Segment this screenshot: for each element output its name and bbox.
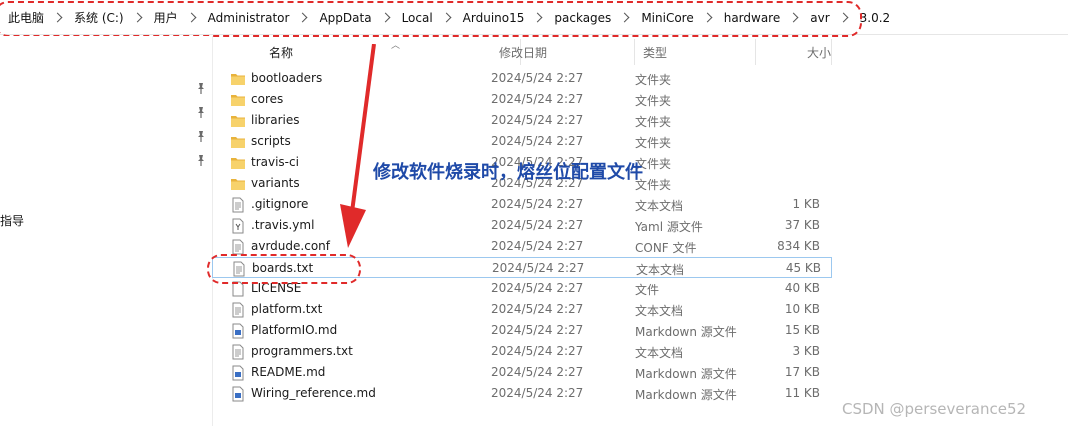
file-type: 文本文档	[635, 199, 684, 213]
folder-icon	[230, 92, 246, 108]
file-name: libraries	[251, 113, 300, 127]
file-size: 37 KB	[784, 218, 820, 232]
conf-file-icon	[230, 239, 246, 255]
file-type: CONF 文件	[635, 241, 697, 255]
file-size: 1 KB	[792, 197, 820, 211]
folder-icon	[230, 71, 246, 87]
file-date: 2024/5/24 2:27	[491, 386, 584, 400]
file-row[interactable]: cores 2024/5/24 2:27 文件夹	[212, 89, 832, 110]
file-size: 15 KB	[784, 323, 820, 337]
markdown-file-icon	[230, 386, 246, 402]
file-type: Yaml 源文件	[635, 220, 703, 234]
file-name: travis-ci	[251, 155, 299, 169]
text-file-icon	[230, 344, 246, 360]
file-name: README.md	[251, 365, 326, 379]
yaml-file-icon	[230, 218, 246, 234]
markdown-file-icon	[230, 323, 246, 339]
file-date: 2024/5/24 2:27	[491, 323, 584, 337]
markdown-file-icon	[230, 365, 246, 381]
text-file-icon	[230, 302, 246, 318]
nav-item-label[interactable]: 指导	[0, 212, 24, 229]
file-row[interactable]: bootloaders 2024/5/24 2:27 文件夹	[212, 68, 832, 89]
file-name: cores	[251, 92, 284, 106]
column-header-date[interactable]: 修改日期	[491, 39, 635, 65]
file-date: 2024/5/24 2:27	[491, 302, 584, 316]
pin-icon[interactable]	[196, 82, 206, 94]
file-type: 文件	[635, 283, 660, 297]
file-type: 文件夹	[635, 73, 672, 87]
file-name: PlatformIO.md	[251, 323, 338, 337]
file-date: 2024/5/24 2:27	[491, 134, 584, 148]
file-size: 3 KB	[792, 344, 820, 358]
navigation-pane: 指导	[0, 36, 212, 426]
file-size: 17 KB	[784, 365, 820, 379]
file-name: avrdude.conf	[251, 239, 330, 253]
file-date: 2024/5/24 2:27	[492, 261, 585, 275]
folder-icon	[230, 176, 246, 192]
file-name: .gitignore	[251, 197, 309, 211]
file-name: platform.txt	[251, 302, 323, 316]
file-size: 11 KB	[784, 386, 820, 400]
file-row[interactable]: libraries 2024/5/24 2:27 文件夹	[212, 110, 832, 131]
file-name: bootloaders	[251, 71, 323, 85]
folder-icon	[230, 134, 246, 150]
file-type: 文件夹	[635, 136, 672, 150]
file-type: Markdown 源文件	[635, 325, 737, 339]
watermark: CSDN @perseverance52	[842, 400, 1027, 418]
column-header-row: ︿ 名称 修改日期 类型 大小	[212, 36, 832, 65]
sort-caret-icon: ︿	[391, 41, 401, 51]
file-date: 2024/5/24 2:27	[491, 365, 584, 379]
annotation-arrow	[340, 44, 376, 248]
file-size: 40 KB	[784, 281, 820, 295]
file-list: bootloaders 2024/5/24 2:27 文件夹 cores 2024/5/…	[212, 68, 832, 404]
pin-icon[interactable]	[196, 130, 206, 142]
file-row[interactable]: platform.txt 2024/5/24 2:27 文本文档 10 KB	[212, 299, 832, 320]
file-row[interactable]: README.md 2024/5/24 2:27 Markdown 源文件 17 KB	[212, 362, 832, 383]
pin-icon[interactable]	[196, 106, 206, 118]
file-date: 2024/5/24 2:27	[491, 71, 584, 85]
pin-icon[interactable]	[196, 154, 206, 166]
text-file-icon	[230, 197, 246, 213]
folder-icon	[230, 113, 246, 129]
file-type: 文件夹	[635, 94, 672, 108]
column-header-type[interactable]: 类型	[635, 39, 756, 65]
column-header-name[interactable]: ︿ 名称	[251, 39, 521, 65]
column-header-size[interactable]: 大小	[752, 39, 832, 65]
file-date: 2024/5/24 2:27	[491, 92, 584, 106]
file-date: 2024/5/24 2:27	[491, 281, 584, 295]
file-type: 文本文档	[635, 304, 684, 318]
file-row[interactable]: programmers.txt 2024/5/24 2:27 文本文档 3 KB	[212, 341, 832, 362]
file-row[interactable]: PlatformIO.md 2024/5/24 2:27 Markdown 源文件 1…	[212, 320, 832, 341]
file-date: 2024/5/24 2:27	[491, 344, 584, 358]
annotation-text: 修改软件烧录时，熔丝位配置文件	[373, 162, 643, 183]
file-name: .travis.yml	[251, 218, 315, 232]
file-date: 2024/5/24 2:27	[491, 113, 584, 127]
file-row[interactable]: scripts 2024/5/24 2:27 文件夹	[212, 131, 832, 152]
file-type: 文本文档	[636, 263, 685, 277]
boards-txt-highlight-marker	[207, 254, 361, 284]
folder-icon	[230, 155, 246, 171]
file-name: scripts	[251, 134, 291, 148]
file-type: 文本文档	[635, 346, 684, 360]
breadcrumb-highlight-marker	[0, 1, 862, 37]
file-name: Wiring_reference.md	[251, 386, 376, 400]
file-row[interactable]: Wiring_reference.md 2024/5/24 2:27 Markdow…	[212, 383, 832, 404]
file-name: variants	[251, 176, 300, 190]
file-date: 2024/5/24 2:27	[491, 218, 584, 232]
file-date: 2024/5/24 2:27	[491, 239, 584, 253]
file-row[interactable]: .gitignore 2024/5/24 2:27 文本文档 1 KB	[212, 194, 832, 215]
file-date: 2024/5/24 2:27	[491, 197, 584, 211]
file-size: 834 KB	[777, 239, 820, 253]
file-size: 45 KB	[785, 261, 821, 275]
file-size: 10 KB	[784, 302, 820, 316]
file-type: 文件夹	[635, 115, 672, 129]
file-type: Markdown 源文件	[635, 367, 737, 381]
file-row[interactable]: .travis.yml 2024/5/24 2:27 Yaml 源文件 37 KB	[212, 215, 832, 236]
file-type: Markdown 源文件	[635, 388, 737, 402]
file-name: programmers.txt	[251, 344, 353, 358]
